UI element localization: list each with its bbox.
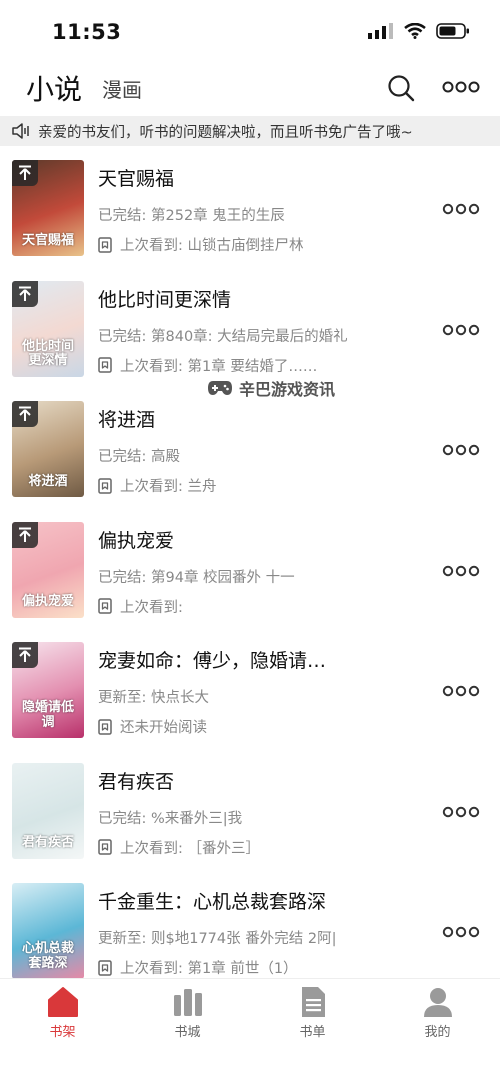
bookmark-icon xyxy=(98,959,112,976)
book-last-read: 还未开始阅读 xyxy=(98,716,207,737)
gamepad-icon xyxy=(208,381,232,395)
book-cover[interactable]: 君有疾否 xyxy=(12,762,84,859)
battery-icon xyxy=(436,23,469,39)
search-icon[interactable] xyxy=(386,73,416,103)
more-icon[interactable] xyxy=(442,76,480,98)
book-cover-caption: 偏执宠爱 xyxy=(21,594,74,610)
document-icon xyxy=(302,987,325,1017)
tab-bar: 书架 书城 书单 我的 xyxy=(0,978,500,1065)
book-last-read: 上次看到: 兰舟 xyxy=(98,475,217,496)
book-title[interactable]: 将进酒 xyxy=(98,405,155,432)
more-options-icon[interactable] xyxy=(442,562,480,580)
book-last-read-text: 上次看到: 山锁古庙倒挂尸林 xyxy=(120,238,304,254)
tab-booklist[interactable]: 书单 xyxy=(250,979,375,1065)
bookmark-icon xyxy=(98,357,112,373)
book-item[interactable]: 偏执宠爱 偏执宠爱 已完结: 第94章 校园番外 十一 上次看到: xyxy=(0,512,500,632)
notice-text: 亲爱的书友们，听书的问题解决啦，而且听书免广告了哦~ xyxy=(38,124,413,141)
person-icon xyxy=(424,988,452,1017)
book-cover-caption: 他比时间更深情 xyxy=(21,338,74,369)
book-cover-caption: 天官赐福 xyxy=(21,232,74,248)
status-icons xyxy=(368,23,470,39)
watermark: 辛巴游戏资讯 xyxy=(207,376,335,400)
book-last-read-text: 上次看到: 第1章 前世（1） xyxy=(120,961,298,977)
tab-novel[interactable]: 小说 xyxy=(26,68,82,108)
status-time: 11:53 xyxy=(52,20,122,44)
book-title[interactable]: 千金重生：心机总裁套路深 xyxy=(98,887,326,914)
home-icon xyxy=(48,987,78,1017)
more-options-icon[interactable] xyxy=(442,200,480,218)
header: 小说 漫画 xyxy=(0,62,500,114)
tab-bookshelf-label: 书架 xyxy=(49,1025,76,1040)
book-status: 已完结: %来番外三|我 xyxy=(98,810,243,827)
notice-bar[interactable]: 亲爱的书友们，听书的问题解决啦，而且听书免广告了哦~ xyxy=(0,116,500,146)
watermark-text: 辛巴游戏资讯 xyxy=(239,380,336,399)
book-cover[interactable]: 心机总裁套路深 xyxy=(12,883,84,978)
book-cover-caption: 隐婚请低调 xyxy=(21,700,74,730)
books-icon xyxy=(174,989,202,1016)
book-last-read-text: 上次看到: ［番外三］ xyxy=(120,840,260,857)
bookmark-icon xyxy=(98,598,112,614)
book-title[interactable]: 他比时间更深情 xyxy=(98,285,231,312)
pin-top-icon xyxy=(12,521,38,548)
book-cover-caption: 心机总裁套路深 xyxy=(21,941,74,971)
book-cover-caption: 将进酒 xyxy=(28,473,68,489)
status-bar: 11:53 xyxy=(0,0,500,62)
tab-bookshelf[interactable]: 书架 xyxy=(0,979,125,1065)
book-item[interactable]: 隐婚请低调 宠妻如命：傅少，隐婚请… 更新至: 快点长大 还未开始阅读 xyxy=(0,632,500,752)
more-options-icon[interactable] xyxy=(442,441,480,459)
book-item[interactable]: 他比时间更深情 他比时间更深情 已完结: 第840章: 大结局完最后的婚礼 上次… xyxy=(0,271,500,391)
book-cover[interactable]: 他比时间更深情 xyxy=(12,280,84,377)
more-options-icon[interactable] xyxy=(442,803,480,821)
book-title[interactable]: 天官赐福 xyxy=(98,164,174,191)
pin-top-icon xyxy=(12,401,38,427)
pin-top-icon xyxy=(12,280,38,307)
book-item[interactable]: 天官赐福 天官赐福 已完结: 第252章 鬼王的生辰 上次看到: 山锁古庙倒挂尸… xyxy=(0,150,500,270)
tab-mine[interactable]: 我的 xyxy=(375,979,500,1065)
book-status: 已完结: 第840章: 大结局完最后的婚礼 xyxy=(98,328,348,345)
book-status: 已完结: 高殿 xyxy=(98,449,180,465)
wifi-icon xyxy=(404,23,426,39)
book-status: 已完结: 第252章 鬼王的生辰 xyxy=(98,208,285,224)
book-status: 已完结: 第94章 校园番外 十一 xyxy=(98,569,295,586)
bookmark-icon xyxy=(98,477,112,494)
speaker-icon xyxy=(12,123,29,139)
tab-booklist-label: 书单 xyxy=(299,1025,326,1040)
tab-bookstore[interactable]: 书城 xyxy=(125,979,250,1065)
book-status: 更新至: 则$地1774张 番外完结 2阿| xyxy=(98,931,337,947)
book-last-read: 上次看到: 山锁古庙倒挂尸林 xyxy=(98,234,304,255)
signal-icon xyxy=(368,23,393,39)
tab-mine-label: 我的 xyxy=(424,1025,451,1040)
book-title[interactable]: 偏执宠爱 xyxy=(98,526,174,553)
book-title[interactable]: 宠妻如命：傅少，隐婚请… xyxy=(98,646,326,673)
pin-top-icon xyxy=(12,642,38,668)
more-options-icon[interactable] xyxy=(442,682,480,700)
more-options-icon[interactable] xyxy=(442,321,480,339)
bookmark-icon xyxy=(98,236,112,253)
book-status: 更新至: 快点长大 xyxy=(98,690,209,706)
more-options-icon[interactable] xyxy=(442,923,480,941)
tab-bookstore-label: 书城 xyxy=(174,1025,201,1040)
book-last-read: 上次看到: 第1章 要结婚了…… xyxy=(98,355,317,376)
book-cover[interactable]: 将进酒 xyxy=(12,401,84,497)
book-last-read: 上次看到: ［番外三］ xyxy=(98,837,260,858)
book-cover[interactable]: 偏执宠爱 xyxy=(12,521,84,618)
book-cover-caption: 君有疾否 xyxy=(21,835,74,851)
book-last-read: 上次看到: 第1章 前世（1） xyxy=(98,957,298,978)
book-list: 天官赐福 天官赐福 已完结: 第252章 鬼王的生辰 上次看到: 山锁古庙倒挂尸… xyxy=(0,150,500,978)
book-item[interactable]: 心机总裁套路深 千金重生：心机总裁套路深 更新至: 则$地1774张 番外完结 … xyxy=(0,873,500,978)
book-cover[interactable]: 隐婚请低调 xyxy=(12,642,84,738)
book-title[interactable]: 君有疾否 xyxy=(98,767,174,794)
book-last-read-text: 上次看到: 第1章 要结婚了…… xyxy=(120,358,318,375)
book-cover[interactable]: 天官赐福 xyxy=(12,160,84,256)
book-last-read: 上次看到: xyxy=(98,596,183,617)
book-last-read-text: 上次看到: xyxy=(120,599,183,616)
book-item[interactable]: 君有疾否 君有疾否 已完结: %来番外三|我 上次看到: ［番外三］ xyxy=(0,753,500,873)
bookmark-icon xyxy=(98,839,112,855)
book-last-read-text: 还未开始阅读 xyxy=(120,720,207,736)
bookmark-icon xyxy=(98,718,112,735)
pin-top-icon xyxy=(12,160,38,186)
tab-comic[interactable]: 漫画 xyxy=(102,74,142,103)
book-item[interactable]: 将进酒 将进酒 已完结: 高殿 上次看到: 兰舟 xyxy=(0,391,500,511)
book-last-read-text: 上次看到: 兰舟 xyxy=(120,479,217,495)
